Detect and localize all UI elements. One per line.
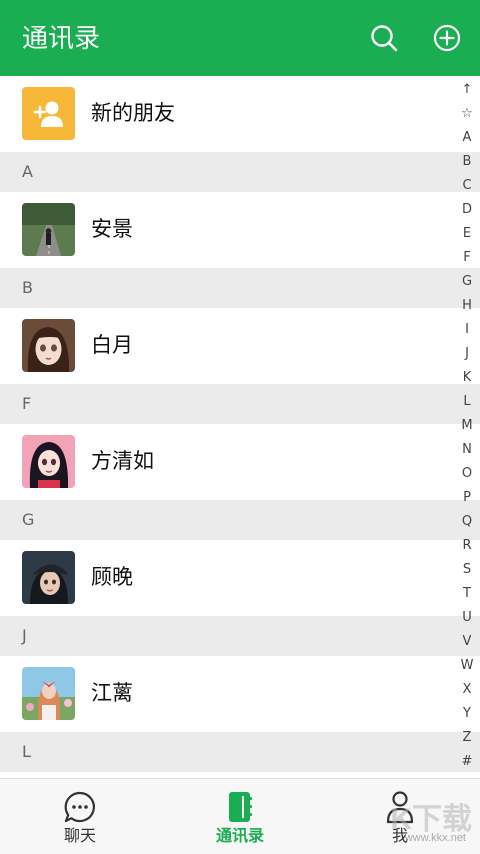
contact-name: 白月 (91, 333, 133, 357)
index-hash[interactable]: # (454, 750, 480, 774)
contact-row[interactable]: 方清如 (0, 424, 480, 500)
avatar (22, 319, 75, 372)
search-icon (371, 25, 398, 52)
index-up-arrow[interactable]: ↑ (454, 78, 480, 102)
contact-name: 方清如 (91, 449, 154, 473)
section-letter: A (22, 162, 33, 181)
tab-chat[interactable]: 聊天 (20, 779, 140, 854)
bottom-tab-bar: 聊天 通讯录 我 (0, 778, 480, 854)
page-title: 通讯录 (22, 24, 101, 54)
index-letter[interactable]: A (454, 126, 480, 150)
index-letter[interactable]: J (454, 342, 480, 366)
tab-me[interactable]: 我 (340, 779, 460, 854)
index-letter[interactable]: O (454, 462, 480, 486)
index-letter[interactable]: C (454, 174, 480, 198)
contact-list[interactable]: 新的朋友 A 安景 B 白月 F 方清如 G 顾晚 J 江蓠 L (0, 76, 480, 778)
index-letter[interactable]: Y (454, 702, 480, 726)
new-friends-row[interactable]: 新的朋友 (0, 76, 480, 152)
tab-chat-label: 聊天 (63, 826, 96, 845)
index-letter[interactable]: W (454, 654, 480, 678)
section-header-l: L (0, 732, 480, 772)
index-letter[interactable]: T (454, 582, 480, 606)
avatar (22, 551, 75, 604)
index-letter[interactable]: F (454, 246, 480, 270)
contact-name: 顾晚 (91, 565, 133, 589)
index-letter[interactable]: B (454, 150, 480, 174)
section-header-g: G (0, 500, 480, 540)
add-button[interactable] (431, 20, 463, 56)
index-letter[interactable]: Z (454, 726, 480, 750)
add-user-icon (22, 87, 75, 140)
new-friends-label: 新的朋友 (91, 101, 175, 125)
index-letter[interactable]: U (454, 606, 480, 630)
index-letter[interactable]: P (454, 486, 480, 510)
avatar (22, 667, 75, 720)
tab-contacts[interactable]: 通讯录 (180, 779, 300, 854)
plus-circle-icon (433, 24, 461, 52)
index-letter[interactable]: H (454, 294, 480, 318)
section-header-f: F (0, 384, 480, 424)
index-letter[interactable]: E (454, 222, 480, 246)
index-letter[interactable]: I (454, 318, 480, 342)
person-icon (380, 789, 420, 825)
index-letter[interactable]: N (454, 438, 480, 462)
section-header-b: B (0, 268, 480, 308)
search-button[interactable] (368, 20, 400, 56)
index-letter[interactable]: D (454, 198, 480, 222)
tab-contacts-label: 通讯录 (215, 826, 264, 845)
contacts-book-icon (220, 789, 260, 825)
section-letter: J (22, 626, 27, 645)
section-letter: B (22, 278, 33, 297)
contact-row[interactable]: 白月 (0, 308, 480, 384)
contact-row[interactable]: 顾晚 (0, 540, 480, 616)
tab-me-label: 我 (391, 826, 408, 845)
index-letter[interactable]: G (454, 270, 480, 294)
index-letter[interactable]: V (454, 630, 480, 654)
index-star[interactable]: ☆ (454, 102, 480, 126)
section-header-a: A (0, 152, 480, 192)
app-header: 通讯录 (0, 0, 480, 76)
contact-name: 江蓠 (91, 681, 133, 705)
section-header-j: J (0, 616, 480, 656)
contact-name: 安景 (91, 217, 133, 241)
index-letter[interactable]: L (454, 390, 480, 414)
section-letter: G (22, 510, 35, 529)
avatar (22, 203, 75, 256)
contact-row[interactable]: 江蓠 (0, 656, 480, 732)
avatar (22, 435, 75, 488)
index-letter[interactable]: Q (454, 510, 480, 534)
section-letter: L (22, 742, 31, 761)
alphabet-index-bar[interactable]: ↑ ☆ A B C D E F G H I J K L M N O P Q R … (454, 78, 480, 778)
index-letter[interactable]: X (454, 678, 480, 702)
index-letter[interactable]: S (454, 558, 480, 582)
index-letter[interactable]: R (454, 534, 480, 558)
contact-row[interactable]: 安景 (0, 192, 480, 268)
section-letter: F (22, 394, 32, 413)
index-letter[interactable]: M (454, 414, 480, 438)
chat-bubble-icon (60, 789, 100, 825)
index-letter[interactable]: K (454, 366, 480, 390)
